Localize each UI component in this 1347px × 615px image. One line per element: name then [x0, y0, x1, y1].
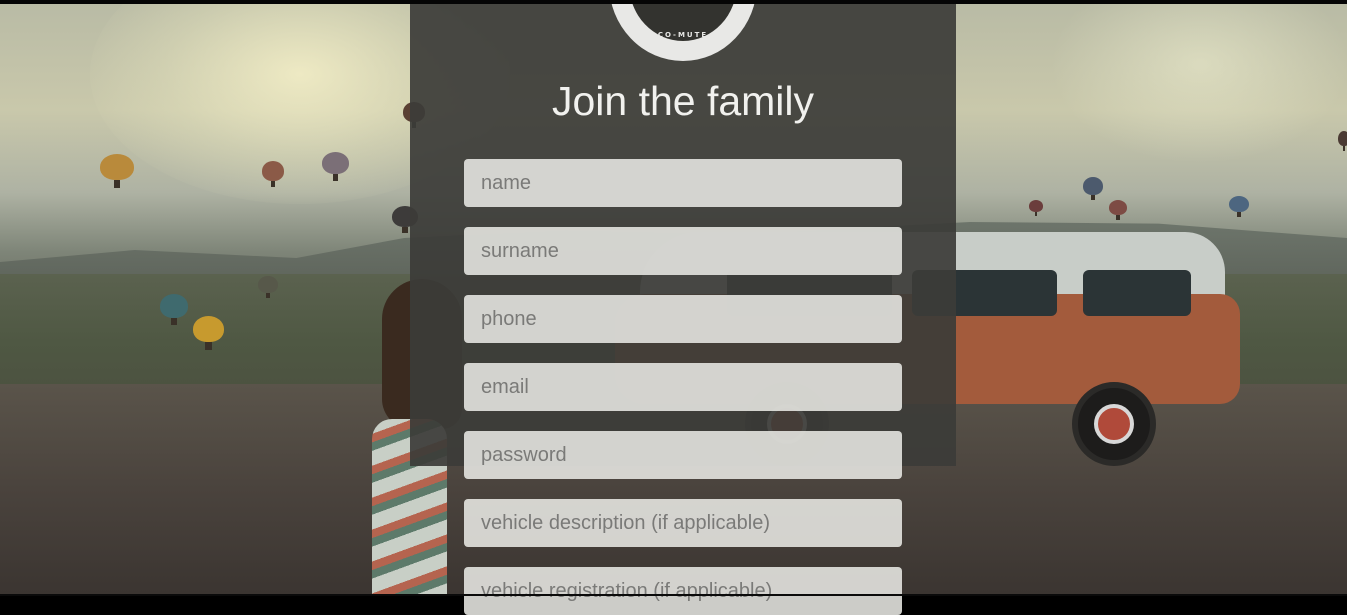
balloon: [100, 154, 134, 188]
balloon: [1029, 200, 1043, 216]
balloon: [193, 316, 224, 350]
vehicle-registration-input[interactable]: [464, 567, 902, 615]
balloon: [1083, 177, 1103, 201]
balloon: [262, 161, 284, 187]
logo-text: CO-MUTE: [657, 31, 709, 39]
balloon: [1229, 196, 1249, 217]
name-input[interactable]: [464, 159, 902, 207]
balloon: [1338, 131, 1347, 151]
balloon: [160, 294, 188, 326]
balloon: [1109, 200, 1127, 220]
balloon: [322, 152, 349, 181]
balloon: [258, 276, 278, 299]
page-title: Join the family: [551, 78, 815, 124]
phone-input[interactable]: [464, 295, 902, 343]
password-input[interactable]: [464, 431, 902, 479]
surname-input[interactable]: [464, 227, 902, 275]
sky-glow: [1050, 4, 1347, 164]
vehicle-description-input[interactable]: [464, 499, 902, 547]
top-bar: [0, 0, 1347, 4]
email-input[interactable]: [464, 363, 902, 411]
